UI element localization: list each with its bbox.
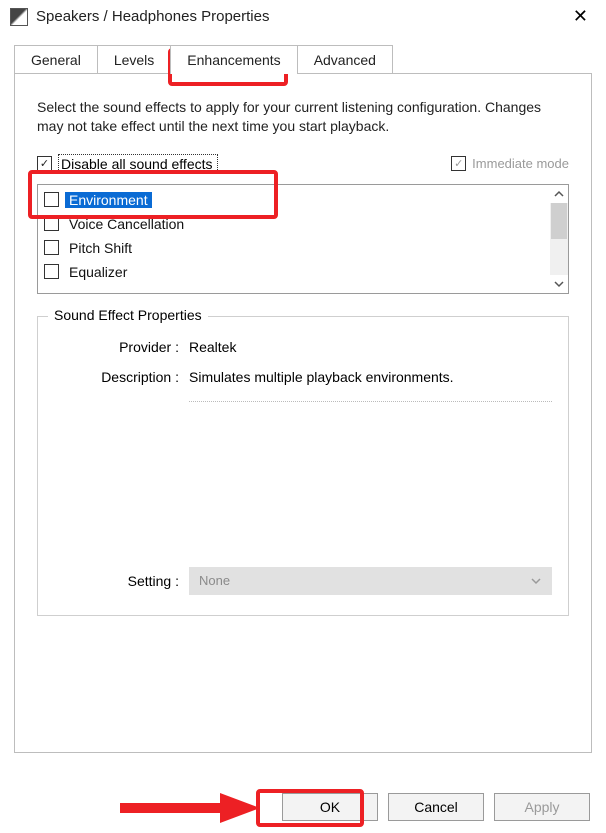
list-item[interactable]: Environment: [44, 189, 568, 211]
effect-checkbox[interactable]: [44, 192, 59, 207]
annotation-arrow-icon: [120, 793, 260, 823]
scroll-thumb[interactable]: [551, 203, 567, 239]
immediate-mode-checkbox: [451, 156, 466, 171]
close-icon[interactable]: ✕: [565, 6, 596, 27]
apply-button: Apply: [494, 793, 590, 821]
disable-all-checkbox[interactable]: [37, 156, 52, 171]
immediate-mode-label: Immediate mode: [472, 156, 569, 171]
scroll-up-icon[interactable]: [550, 185, 568, 203]
effect-checkbox[interactable]: [44, 240, 59, 255]
setting-value: None: [199, 573, 230, 588]
setting-select: None: [189, 567, 552, 595]
disable-all-label: Disable all sound effects: [58, 154, 218, 174]
scroll-down-icon[interactable]: [550, 275, 568, 293]
tab-enhancements[interactable]: Enhancements: [170, 45, 297, 74]
window-title: Speakers / Headphones Properties: [36, 8, 269, 25]
list-item[interactable]: Equalizer: [44, 261, 568, 283]
tab-general[interactable]: General: [14, 45, 98, 74]
scroll-track[interactable]: [550, 203, 568, 275]
description-label: Description :: [54, 369, 189, 385]
list-item[interactable]: Voice Cancellation: [44, 213, 568, 235]
effect-label: Voice Cancellation: [65, 216, 188, 232]
scrollbar[interactable]: [550, 185, 568, 293]
app-icon: [10, 8, 28, 26]
effect-label: Equalizer: [65, 264, 131, 280]
sound-effect-properties-group: Sound Effect Properties Provider : Realt…: [37, 316, 569, 616]
cancel-button[interactable]: Cancel: [388, 793, 484, 821]
ok-button[interactable]: OK: [282, 793, 378, 821]
effects-listbox[interactable]: Environment Voice Cancellation Pitch Shi…: [37, 184, 569, 294]
tab-advanced[interactable]: Advanced: [297, 45, 393, 74]
immediate-mode-row: Immediate mode: [451, 156, 569, 171]
instructions-text: Select the sound effects to apply for yo…: [37, 98, 569, 136]
fieldset-legend: Sound Effect Properties: [48, 307, 208, 323]
effect-checkbox[interactable]: [44, 264, 59, 279]
list-item[interactable]: Pitch Shift: [44, 237, 568, 259]
chevron-down-icon: [530, 575, 542, 590]
effect-checkbox[interactable]: [44, 216, 59, 231]
effect-label: Pitch Shift: [65, 240, 136, 256]
effect-label: Environment: [65, 192, 152, 208]
provider-label: Provider :: [54, 339, 189, 355]
tab-levels[interactable]: Levels: [97, 45, 171, 74]
setting-label: Setting :: [54, 573, 189, 589]
provider-value: Realtek: [189, 339, 552, 355]
description-value: Simulates multiple playback environments…: [189, 369, 552, 402]
